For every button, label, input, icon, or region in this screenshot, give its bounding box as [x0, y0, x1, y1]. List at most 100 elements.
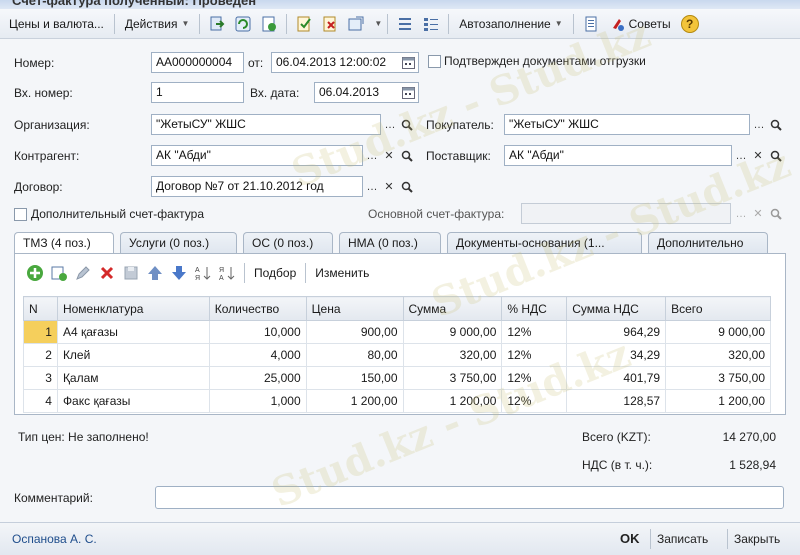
based-on-icon[interactable] [346, 14, 366, 34]
refresh-icon[interactable] [233, 14, 253, 34]
new-document-icon[interactable] [259, 14, 279, 34]
save-button[interactable]: Записать [657, 532, 708, 546]
close-button[interactable]: Закрыть [734, 532, 780, 546]
move-down-icon[interactable] [169, 263, 189, 283]
item-name-cell[interactable]: А4 қағазы [56, 320, 210, 344]
total-cell[interactable]: 9 000,00 [665, 320, 771, 344]
table-row[interactable]: 2 Клей 4,000 80,00 320,00 12% 34,29 320,… [23, 343, 771, 367]
tab-additional[interactable]: Дополнительно [648, 232, 768, 254]
amount-cell[interactable]: 9 000,00 [402, 320, 503, 344]
total-cell[interactable]: 320,00 [665, 343, 771, 367]
actions-menu-button[interactable]: Действия ▼ [120, 12, 195, 36]
structure-icon[interactable] [421, 14, 441, 34]
select-button[interactable]: Подбор [252, 261, 298, 285]
main-invoice-field[interactable] [521, 203, 731, 224]
table-row[interactable]: 3 Қалам 25,000 150,00 3 750,00 12% 401,7… [23, 366, 771, 390]
prices-currency-button[interactable]: Цены и валюта... [4, 12, 109, 36]
contractor-field[interactable]: АК "Абди" [151, 145, 363, 166]
column-header[interactable]: Цена [305, 296, 404, 321]
buyer-field[interactable]: "ЖетыСУ" ЖШС [504, 114, 750, 135]
delete-row-icon[interactable] [97, 263, 117, 283]
chevron-down-icon[interactable]: ▼ [374, 19, 382, 28]
tab-services[interactable]: Услуги (0 поз.) [120, 232, 237, 254]
column-header[interactable]: Сумма [402, 296, 503, 321]
clear-icon[interactable]: ✕ [750, 204, 766, 223]
vat-amount-cell[interactable]: 964,29 [566, 320, 667, 344]
copy-document-icon[interactable] [207, 14, 227, 34]
tab-fixed-assets[interactable]: ОС (0 поз.) [243, 232, 333, 254]
price-cell[interactable]: 150,00 [305, 366, 404, 390]
item-name-cell[interactable]: Қалам [56, 366, 210, 390]
search-icon[interactable] [768, 115, 784, 134]
tab-base-documents[interactable]: Документы-основания (1... [447, 232, 642, 254]
tab-intangibles[interactable]: НМА (0 поз.) [339, 232, 441, 254]
vat-rate-cell[interactable]: 12% [501, 320, 568, 344]
column-header[interactable]: Номенклатура [56, 296, 210, 321]
save-row-icon[interactable] [121, 263, 141, 283]
add-row-icon[interactable] [25, 263, 45, 283]
total-cell[interactable]: 3 750,00 [665, 366, 771, 390]
date-field[interactable]: 06.04.2013 12:00:02 [271, 52, 419, 73]
column-header[interactable]: Количество [208, 296, 307, 321]
author-name[interactable]: Оспанова А. С. [12, 532, 97, 546]
vat-amount-cell[interactable]: 128,57 [566, 389, 667, 413]
price-type-warning[interactable]: Тип цен: Не заполнено! [18, 430, 149, 444]
price-cell[interactable]: 1 200,00 [305, 389, 404, 413]
calendar-icon[interactable] [400, 83, 416, 102]
amount-cell[interactable]: 320,00 [402, 343, 503, 367]
vat-rate-cell[interactable]: 12% [501, 389, 568, 413]
table-row[interactable]: 1 А4 қағазы 10,000 900,00 9 000,00 12% 9… [23, 320, 771, 344]
copy-row-icon[interactable] [49, 263, 69, 283]
number-field[interactable]: АА000000004 [151, 52, 244, 73]
quantity-cell[interactable]: 10,000 [208, 320, 307, 344]
change-button[interactable]: Изменить [313, 261, 371, 285]
search-icon[interactable] [768, 204, 784, 223]
confirmed-checkbox[interactable] [428, 55, 441, 68]
column-header[interactable]: N [23, 296, 58, 321]
edit-row-icon[interactable] [73, 263, 93, 283]
clear-icon[interactable]: ✕ [750, 146, 766, 165]
search-icon[interactable] [399, 146, 415, 165]
contract-field[interactable]: Договор №7 от 21.10.2012 год [151, 176, 363, 197]
column-header[interactable]: Всего [665, 296, 771, 321]
search-icon[interactable] [399, 177, 415, 196]
select-dots-button[interactable]: … [364, 177, 380, 196]
help-icon[interactable]: ? [680, 14, 700, 34]
select-dots-button[interactable]: … [733, 204, 749, 223]
vat-amount-cell[interactable]: 401,79 [566, 366, 667, 390]
amount-cell[interactable]: 1 200,00 [402, 389, 503, 413]
select-dots-button[interactable]: … [733, 146, 749, 165]
list-view-icon[interactable] [395, 14, 415, 34]
calendar-icon[interactable] [400, 53, 416, 72]
quantity-cell[interactable]: 1,000 [208, 389, 307, 413]
sort-descending-icon[interactable]: ЯA [217, 263, 237, 283]
item-name-cell[interactable]: Факс қағазы [56, 389, 210, 413]
price-cell[interactable]: 900,00 [305, 320, 404, 344]
post-document-icon[interactable] [294, 14, 314, 34]
additional-invoice-checkbox[interactable] [14, 208, 27, 221]
sort-ascending-icon[interactable]: AЯ [193, 263, 213, 283]
table-row[interactable]: 4 Факс қағазы 1,000 1 200,00 1 200,00 12… [23, 389, 771, 413]
unpost-document-icon[interactable] [320, 14, 340, 34]
vat-amount-cell[interactable]: 34,29 [566, 343, 667, 367]
quantity-cell[interactable]: 4,000 [208, 343, 307, 367]
clear-icon[interactable]: ✕ [381, 146, 397, 165]
select-dots-button[interactable]: … [751, 115, 767, 134]
total-cell[interactable]: 1 200,00 [665, 389, 771, 413]
select-dots-button[interactable]: … [382, 115, 398, 134]
tips-button[interactable]: Советы [605, 12, 676, 36]
item-name-cell[interactable]: Клей [56, 343, 210, 367]
quantity-cell[interactable]: 25,000 [208, 366, 307, 390]
supplier-field[interactable]: АК "Абди" [504, 145, 732, 166]
organization-field[interactable]: "ЖетыСУ" ЖШС [151, 114, 381, 135]
amount-cell[interactable]: 3 750,00 [402, 366, 503, 390]
column-header[interactable]: Сумма НДС [566, 296, 667, 321]
clear-icon[interactable]: ✕ [381, 177, 397, 196]
vat-rate-cell[interactable]: 12% [501, 343, 568, 367]
column-header[interactable]: % НДС [501, 296, 568, 321]
in-number-field[interactable]: 1 [151, 82, 244, 103]
select-dots-button[interactable]: … [364, 146, 380, 165]
search-icon[interactable] [768, 146, 784, 165]
vat-rate-cell[interactable]: 12% [501, 366, 568, 390]
comment-field[interactable] [155, 486, 784, 509]
